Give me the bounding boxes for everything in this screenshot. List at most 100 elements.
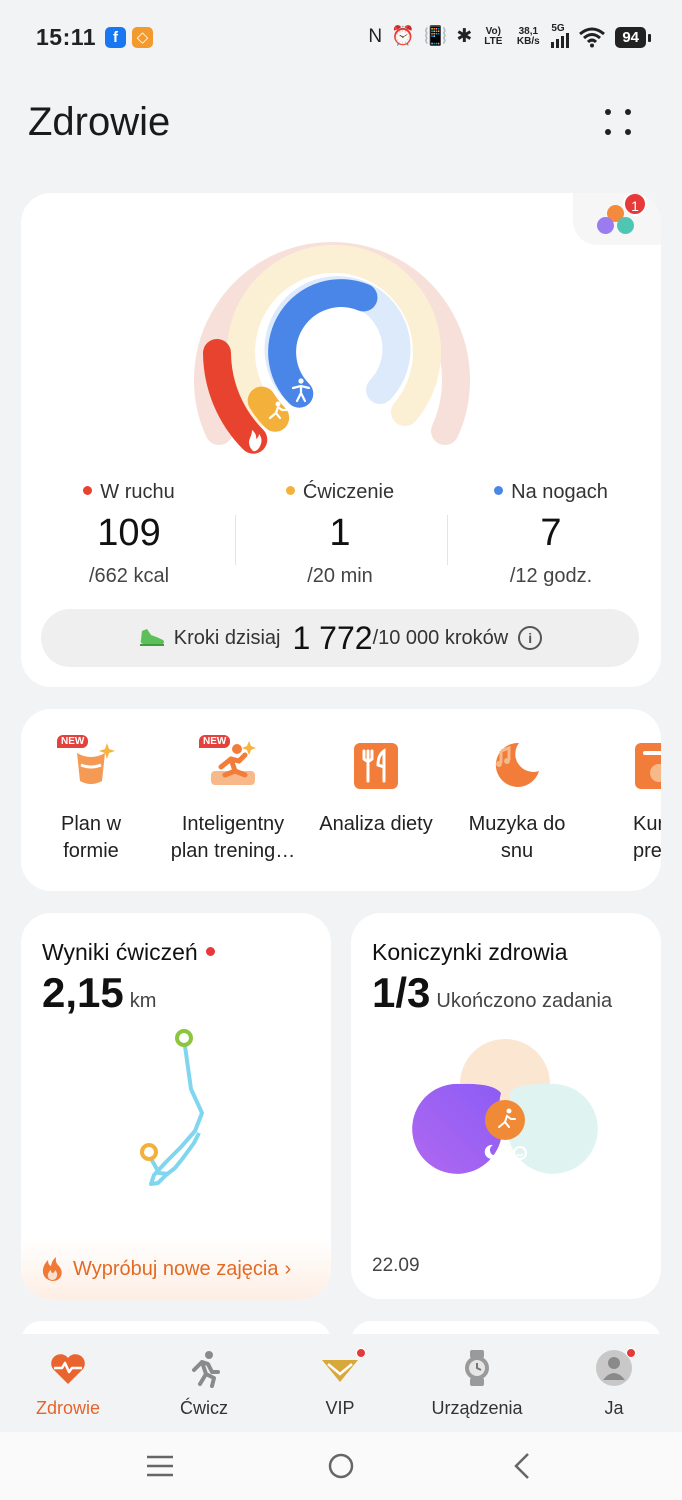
stat-move-label-wrap: W ruchu (29, 481, 229, 504)
stat-move-label: W ruchu (100, 481, 175, 503)
shortcut-label: Muzyka do snu (447, 811, 587, 865)
home-button[interactable] (326, 1451, 356, 1481)
stat-stand-value: 7 (540, 512, 562, 554)
new-badge: NEW (199, 735, 231, 748)
shortcut-label-line1: Analiza diety (319, 813, 433, 835)
shortcut-diet-analysis[interactable]: Analiza diety (306, 737, 446, 838)
network-type: 5G (551, 23, 565, 34)
workout-results-card[interactable]: Wyniki ćwiczeń 2,15 km Wypróbuj nowe zaję… (21, 913, 331, 1299)
activity-rings-card[interactable]: 1 W ruchu 109 /662 kcal Ćwiczenie 1 /20 … (21, 193, 661, 687)
avatar-icon (594, 1348, 636, 1388)
shortcuts-card: NEW Plan w formie NEW Inteligentny plan … (21, 709, 661, 891)
stat-move: W ruchu 109 /662 kcal (29, 481, 229, 588)
shortcut-label-line2: prem (633, 840, 661, 862)
shortcut-label-line1: Kur (633, 813, 661, 835)
shortcut-fitness-plan[interactable]: NEW Plan w formie (21, 735, 161, 865)
shortcut-sleep-music[interactable]: Muzyka do snu (447, 737, 587, 865)
recent-apps-button[interactable] (145, 1454, 175, 1478)
stat-move-target: /662 kcal (88, 565, 170, 587)
info-icon[interactable]: i (518, 626, 543, 650)
fitness-plan-icon: NEW (57, 735, 119, 793)
stat-stand-label-wrap: Na nogach (451, 481, 651, 504)
stat-stand-target: /12 godz. (509, 565, 593, 587)
shortcut-label: Kur prem (591, 811, 661, 865)
stat-move-value: 109 (97, 512, 161, 554)
ring-stand (268, 279, 378, 408)
tab-devices[interactable]: Urządzenia (409, 1348, 545, 1419)
network-speed: 38,1 KB/s (514, 27, 542, 47)
bluetooth-icon: ✱ (456, 26, 473, 47)
wifi-icon (579, 27, 606, 48)
status-bar: 15:11 f ◇ N ⏰ 📳 ✱ Vo) LTE 38,1 KB/s 5G 9… (0, 0, 682, 76)
shortcut-premium-courses[interactable]: Kur prem (591, 737, 661, 865)
watch-icon (457, 1348, 497, 1388)
fork-knife-icon (348, 737, 404, 793)
shortcut-label: Plan w formie (21, 811, 161, 865)
bottom-navigation: Zdrowie Ćwicz VIP Urządzenia Ja (0, 1334, 682, 1430)
volte-icon: Vo) LTE (484, 26, 503, 47)
stat-stand-label: Na nogach (511, 481, 608, 503)
app-notification-icon: ◇ (132, 27, 153, 48)
steps-goal: /10 000 kroków (372, 626, 509, 649)
nfc-icon: N (368, 26, 383, 47)
shortcut-label-line2: plan trening… (170, 840, 296, 862)
vibrate-icon: 📳 (423, 26, 448, 47)
activity-rings[interactable] (21, 193, 661, 473)
notification-dot (626, 1348, 636, 1358)
health-clovers-card[interactable]: Koniczynki zdrowia 1/3 Ukończono zadania … (351, 913, 661, 1299)
notification-dot (356, 1348, 366, 1358)
stand-dot (494, 486, 504, 495)
tab-label: Ja (604, 1398, 624, 1418)
tab-health[interactable]: Zdrowie (0, 1348, 136, 1419)
divider (235, 515, 236, 565)
clover-chart (412, 1039, 598, 1174)
route-start-marker (140, 1143, 158, 1161)
heart-pulse-icon (48, 1348, 88, 1388)
steps-today-bar[interactable]: Kroki dzisiaj 1 772 /10 000 kroków i (41, 609, 639, 667)
exercise-dot (285, 486, 295, 495)
shortcut-label-line2: snu (500, 840, 534, 862)
route-end-marker (175, 1029, 193, 1047)
new-badge: NEW (57, 735, 89, 748)
shortcut-label-line1: Inteligentny (181, 813, 285, 835)
flame-icon (42, 1257, 62, 1281)
shortcut-label-line1: Plan w (60, 813, 122, 835)
stat-stand: Na nogach 7 /12 godz. (451, 481, 651, 588)
vip-icon (320, 1348, 366, 1388)
tab-workout[interactable]: Ćwicz (136, 1348, 272, 1419)
stat-exercise-value: 1 (329, 512, 351, 554)
sleep-music-icon (489, 737, 545, 793)
divider (447, 515, 448, 565)
try-new-classes-text: Wypróbuj nowe zajęcia (73, 1257, 279, 1280)
tab-label: Urządzenia (431, 1398, 523, 1418)
cell-signal-icon: 5G (551, 23, 570, 48)
steps-label: Kroki dzisiaj (173, 626, 281, 649)
more-menu-button[interactable] (602, 106, 634, 138)
tab-label: VIP (325, 1398, 355, 1418)
chevron-right-icon: › (284, 1257, 292, 1280)
stat-exercise-label-wrap: Ćwiczenie (240, 481, 440, 504)
tab-label: Ćwicz (180, 1398, 228, 1418)
page-title: Zdrowie (28, 100, 171, 144)
tab-profile[interactable]: Ja (546, 1348, 682, 1419)
tab-label: Zdrowie (35, 1398, 101, 1418)
stat-exercise: Ćwiczenie 1 /20 min (240, 481, 440, 588)
back-button[interactable] (512, 1452, 532, 1480)
shoe-icon (139, 629, 164, 646)
premium-course-icon (633, 737, 661, 793)
shortcut-label: Inteligentny plan trening… (163, 811, 303, 865)
shortcut-label: Analiza diety (306, 811, 446, 838)
stat-exercise-target: /20 min (307, 565, 373, 587)
move-dot (83, 486, 93, 495)
route-map (140, 1029, 204, 1186)
try-new-classes-banner[interactable]: Wypróbuj nowe zajęcia › (21, 1239, 331, 1299)
status-time: 15:11 (36, 24, 97, 50)
shortcut-smart-training-plan[interactable]: NEW Inteligentny plan trening… (163, 735, 303, 865)
steps-value: 1 772 (292, 619, 373, 656)
clover-date: 22.09 (372, 1255, 420, 1276)
tab-vip[interactable]: VIP (272, 1348, 408, 1419)
facebook-icon: f (105, 27, 126, 48)
stat-exercise-label: Ćwiczenie (302, 481, 395, 503)
alarm-icon: ⏰ (391, 26, 415, 47)
system-navigation-bar (0, 1432, 682, 1500)
